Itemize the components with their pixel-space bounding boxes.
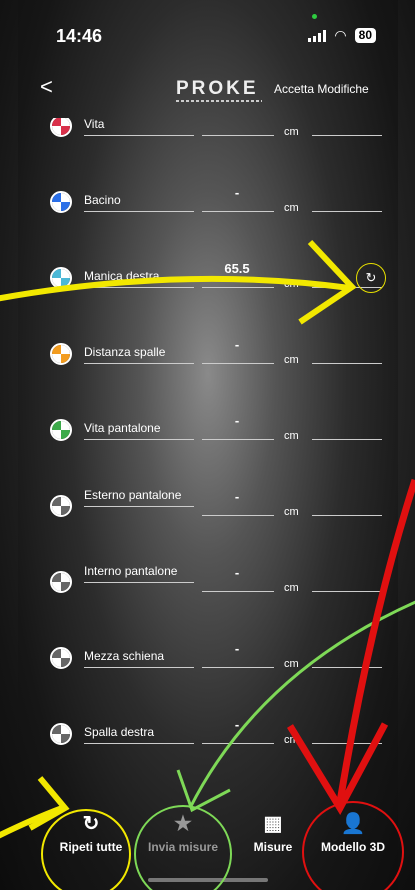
- measurement-row[interactable]: Esterno pantalone - cm: [18, 486, 398, 562]
- measurement-value[interactable]: -: [202, 489, 272, 504]
- body-part-icon: [50, 267, 72, 289]
- extra-field[interactable]: [312, 743, 382, 744]
- value-underline: [202, 211, 274, 212]
- unit-label: cm: [284, 506, 299, 518]
- value-underline: [202, 439, 274, 440]
- body-part-icon: [50, 419, 72, 441]
- signal-icon: [308, 29, 327, 42]
- extra-field[interactable]: [312, 515, 382, 516]
- unit-label: cm: [284, 430, 299, 442]
- value-underline: [202, 287, 274, 288]
- measurement-label: Distanza spalle: [84, 346, 194, 364]
- measurement-label: Bacino: [84, 194, 194, 212]
- measurement-value[interactable]: -: [202, 641, 272, 656]
- wifi-icon: ◠: [334, 27, 347, 43]
- nav-modello-3d[interactable]: 👤 Modello 3D: [308, 810, 398, 854]
- measurements-list[interactable]: Vita cm Bacino - cm Manica destra 65.5 cm ↻ Dista…: [18, 118, 398, 798]
- brand-logo: PROKE: [176, 78, 259, 99]
- value-underline: [202, 591, 274, 592]
- unit-label: cm: [284, 658, 299, 670]
- measurement-row[interactable]: Distanza spalle - cm: [18, 334, 398, 410]
- measurement-value[interactable]: -: [202, 565, 272, 580]
- value-underline: [202, 515, 274, 516]
- accept-changes-button[interactable]: Accetta Modifiche: [274, 82, 369, 96]
- battery-icon: 80: [354, 28, 376, 43]
- unit-label: cm: [284, 278, 299, 290]
- nav-ripeti-tutte[interactable]: ↻ Ripeti tutte: [46, 810, 136, 854]
- measurement-row[interactable]: Mezza schiena - cm: [18, 638, 398, 714]
- measurement-label: Esterno pantalone: [84, 489, 194, 507]
- extra-field[interactable]: [312, 591, 382, 592]
- measurement-label: Vita pantalone: [84, 422, 194, 440]
- extra-field[interactable]: [312, 135, 382, 136]
- star-icon: ★: [174, 813, 192, 835]
- bottom-nav: ↻ Ripeti tutte ★ Invia misure ▦ Misure 👤 Modell…: [18, 800, 398, 890]
- header: < PROKE Accetta Modifiche: [18, 72, 398, 112]
- value-underline: [202, 667, 274, 668]
- body-part-icon: [50, 571, 72, 593]
- logo-ruler: [176, 100, 262, 102]
- body-part-icon: [50, 723, 72, 745]
- unit-label: cm: [284, 354, 299, 366]
- value-underline: [202, 363, 274, 364]
- extra-field[interactable]: [312, 439, 382, 440]
- measurement-value[interactable]: -: [202, 413, 272, 428]
- body-part-icon: [50, 343, 72, 365]
- measurement-value[interactable]: -: [202, 717, 272, 732]
- home-indicator: [148, 878, 268, 882]
- body-part-icon: [50, 118, 72, 137]
- value-underline: [202, 743, 274, 744]
- phone-screen: 14:46 ◠ 80 < PROKE Accetta Modifiche Vit…: [18, 0, 398, 890]
- extra-field[interactable]: [312, 667, 382, 668]
- body-part-icon: [50, 495, 72, 517]
- measurement-label: Interno pantalone: [84, 565, 194, 583]
- measurement-row[interactable]: Vita pantalone - cm: [18, 410, 398, 486]
- measurement-label: Mezza schiena: [84, 650, 194, 668]
- body-part-icon: [50, 191, 72, 213]
- back-button[interactable]: <: [40, 74, 53, 100]
- privacy-dot: [312, 14, 317, 19]
- nav-invia-misure[interactable]: ★ Invia misure: [138, 810, 228, 854]
- unit-label: cm: [284, 126, 299, 138]
- measurement-value[interactable]: 65.5: [202, 261, 272, 276]
- measurement-label: Spalla destra: [84, 726, 194, 744]
- nav-label: Ripeti tutte: [59, 840, 123, 854]
- measurement-label: Vita: [84, 118, 194, 136]
- body-part-icon: [50, 647, 72, 669]
- status-bar: 14:46 ◠ 80: [18, 0, 398, 70]
- unit-label: cm: [284, 202, 299, 214]
- user-icon: 👤: [340, 813, 366, 835]
- measurement-row[interactable]: Interno pantalone - cm: [18, 562, 398, 638]
- extra-field[interactable]: [312, 363, 382, 364]
- nav-label: Misure: [253, 840, 293, 854]
- nav-misure[interactable]: ▦ Misure: [228, 810, 318, 854]
- extra-field[interactable]: [312, 211, 382, 212]
- unit-label: cm: [284, 582, 299, 594]
- measurement-row[interactable]: Bacino - cm: [18, 182, 398, 258]
- value-underline: [202, 135, 274, 136]
- measurement-row[interactable]: Manica destra 65.5 cm ↻: [18, 258, 398, 334]
- measurement-value[interactable]: -: [202, 337, 272, 352]
- measurement-row[interactable]: Spalla destra - cm: [18, 714, 398, 790]
- status-icons: ◠ 80: [308, 27, 376, 44]
- refresh-icon[interactable]: ↻: [356, 263, 386, 293]
- unit-label: cm: [284, 734, 299, 746]
- measurement-label: Manica destra: [84, 270, 194, 288]
- status-time: 14:46: [56, 26, 103, 46]
- measurement-value[interactable]: -: [202, 185, 272, 200]
- refresh-icon: ↻: [82, 813, 100, 835]
- grid-icon: ▦: [263, 813, 283, 835]
- nav-label: Modello 3D: [320, 840, 385, 854]
- nav-label: Invia misure: [147, 840, 219, 854]
- measurement-row[interactable]: Vita cm: [18, 118, 398, 182]
